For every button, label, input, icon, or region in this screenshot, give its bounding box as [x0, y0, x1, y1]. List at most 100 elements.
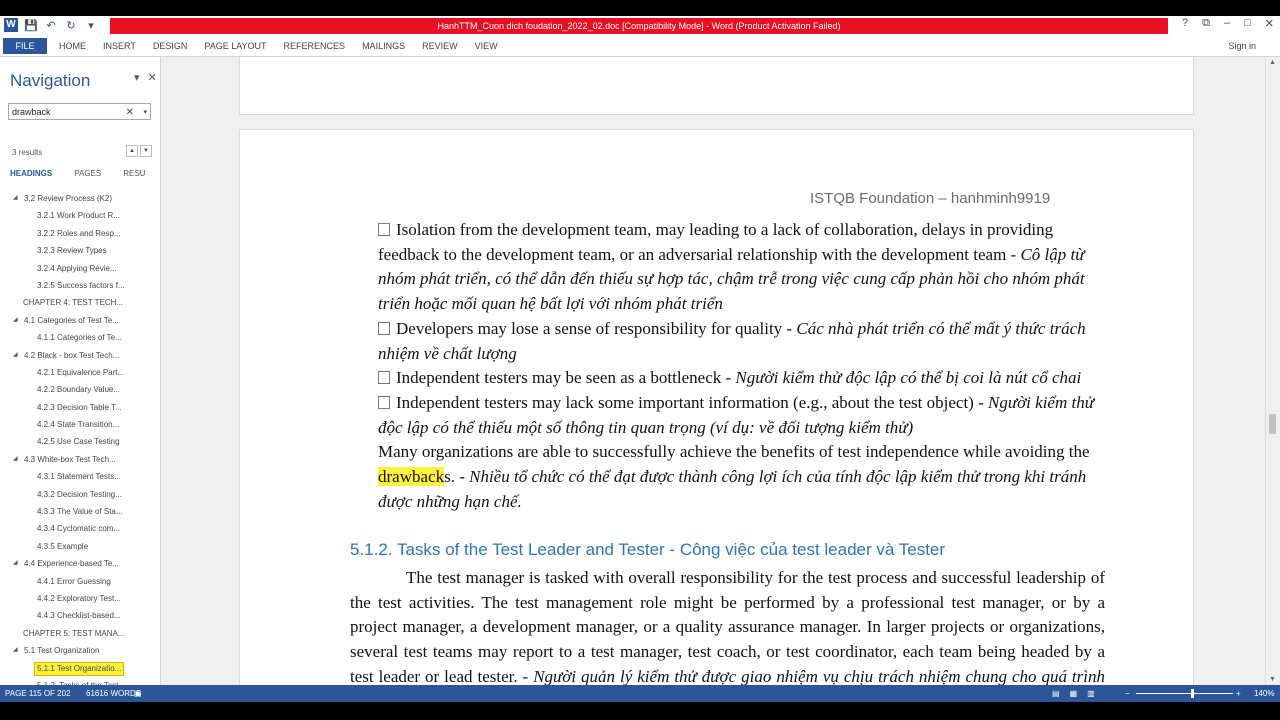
- nav-heading-label: 3.2.2 Roles and Resp...: [37, 228, 121, 238]
- tab-design[interactable]: DESIGN: [153, 41, 188, 51]
- nav-heading-label: 3.2.3 Review Types: [37, 246, 107, 256]
- previous-page: [239, 57, 1194, 115]
- nav-heading-label: CHAPTER 4: TEST TECH...: [23, 298, 124, 308]
- tab-results[interactable]: RESU: [123, 169, 145, 178]
- nav-heading-item[interactable]: 3.2.4 Applying Revie...: [0, 260, 160, 277]
- help-icon[interactable]: ?: [1182, 17, 1188, 30]
- document-page[interactable]: ISTQB Foundation – hanhminh9919 Isolatio…: [239, 129, 1194, 685]
- nav-heading-item[interactable]: 4.2.5 Use Case Testing: [0, 433, 160, 450]
- close-icon[interactable]: ✕: [1265, 17, 1274, 30]
- tab-file[interactable]: FILE: [3, 38, 47, 54]
- nav-heading-label: 5.1.1 Test Organizatio...: [34, 661, 125, 676]
- nav-heading-item[interactable]: 4.2.2 Boundary Value...: [0, 381, 160, 398]
- nav-heading-item[interactable]: 3.2.2 Roles and Resp...: [0, 225, 160, 242]
- nav-heading-item[interactable]: CHAPTER 4: TEST TECH...: [0, 294, 160, 311]
- nav-heading-item[interactable]: 3.2.3 Review Types: [0, 242, 160, 259]
- zoom-level[interactable]: 140%: [1254, 685, 1274, 702]
- nav-heading-item[interactable]: 4.3.1 Statement Tests...: [0, 468, 160, 485]
- nav-heading-label: 4.2.3 Decision Table T...: [37, 402, 122, 412]
- nav-heading-item[interactable]: 4.3.2 Decision Testing...: [0, 486, 160, 503]
- zoom-slider-thumb[interactable]: [1191, 689, 1194, 698]
- search-highlight: drawback: [378, 467, 445, 487]
- nav-heading-item[interactable]: ◢ 4.3 White-box Test Tech...: [0, 451, 160, 468]
- document-area[interactable]: ISTQB Foundation – hanhminh9919 Isolatio…: [161, 57, 1266, 685]
- nav-heading-label: 4.4.2 Exploratory Test...: [37, 593, 121, 603]
- search-input[interactable]: drawback ✕ ▾: [8, 103, 151, 120]
- close-pane-icon[interactable]: ✕: [148, 71, 157, 84]
- customize-icon[interactable]: ▾: [84, 19, 98, 32]
- nav-heading-label: 4.4.1 Error Guessing: [37, 576, 111, 586]
- collapse-triangle-icon[interactable]: ◢: [13, 190, 18, 207]
- tab-review[interactable]: REVIEW: [422, 41, 458, 51]
- scroll-down-icon[interactable]: ▼: [1269, 676, 1276, 683]
- collapse-triangle-icon[interactable]: ◢: [13, 347, 18, 364]
- save-icon[interactable]: 💾: [24, 19, 38, 32]
- undo-icon[interactable]: ↶: [44, 19, 58, 32]
- clear-search-icon[interactable]: ✕: [126, 104, 134, 121]
- nav-heading-item[interactable]: 4.4.3 Checklist-based...: [0, 607, 160, 624]
- collapse-triangle-icon[interactable]: ◢: [13, 642, 18, 659]
- proofing-icon[interactable]: ▣: [134, 685, 142, 702]
- next-result-icon[interactable]: ▼: [140, 145, 152, 157]
- nav-heading-item[interactable]: 3.2.5 Success factors f...: [0, 277, 160, 294]
- scroll-up-icon[interactable]: ▲: [1269, 59, 1276, 66]
- tab-page-layout[interactable]: PAGE LAYOUT: [204, 41, 266, 51]
- section-heading: 5.1.2. Tasks of the Test Leader and Test…: [350, 540, 946, 559]
- collapse-triangle-icon[interactable]: ◢: [13, 451, 18, 468]
- nav-heading-label: 4.3.2 Decision Testing...: [37, 489, 122, 499]
- scroll-thumb[interactable]: [1269, 414, 1276, 434]
- nav-heading-item[interactable]: 4.3.4 Cyclomatic com...: [0, 520, 160, 537]
- nav-heading-item[interactable]: ◢ 4.2 Black - box Test Tech...: [0, 347, 160, 364]
- page-count[interactable]: PAGE 115 OF 202: [5, 685, 71, 702]
- ribbon-display-icon[interactable]: ⧉: [1202, 17, 1210, 30]
- tab-mailings[interactable]: MAILINGS: [362, 41, 405, 51]
- nav-heading-item[interactable]: ◢ 5.1 Test Organization: [0, 642, 160, 659]
- tab-pages[interactable]: PAGES: [74, 169, 101, 178]
- nav-heading-item[interactable]: ◢ 3.2 Review Process (K2): [0, 190, 160, 207]
- checkbox-bullet-icon: [378, 223, 390, 236]
- previous-result-icon[interactable]: ▲: [126, 145, 138, 157]
- zoom-in-button[interactable]: +: [1236, 685, 1241, 702]
- web-layout-icon[interactable]: ▥: [1087, 685, 1095, 702]
- tab-view[interactable]: VIEW: [475, 41, 498, 51]
- nav-heading-item[interactable]: 5.1.2. Tasks of the Test...: [0, 677, 160, 685]
- checkbox-bullet-icon: [378, 371, 390, 385]
- tab-insert[interactable]: INSERT: [103, 41, 136, 51]
- zoom-out-button[interactable]: −: [1125, 685, 1130, 702]
- nav-heading-item[interactable]: 4.1.1 Categories of Te...: [0, 329, 160, 346]
- nav-heading-item[interactable]: 3.2.1 Work Product R...: [0, 207, 160, 224]
- collapse-triangle-icon[interactable]: ◢: [13, 312, 18, 329]
- nav-heading-item[interactable]: 4.4.2 Exploratory Test...: [0, 590, 160, 607]
- print-layout-icon[interactable]: ▦: [1070, 685, 1078, 702]
- vertical-scrollbar[interactable]: ▲ ▼: [1265, 57, 1280, 685]
- zoom-slider[interactable]: [1136, 693, 1233, 694]
- nav-heading-item[interactable]: 5.1.1 Test Organizatio...: [0, 660, 160, 677]
- nav-heading-item[interactable]: 4.3.3 The Value of Sta...: [0, 503, 160, 520]
- nav-heading-label: 3.2.4 Applying Revie...: [37, 263, 117, 273]
- nav-heading-label: 4.3.5 Example: [37, 541, 89, 551]
- nav-heading-item[interactable]: 4.4.1 Error Guessing: [0, 573, 160, 590]
- read-mode-icon[interactable]: ▤: [1052, 685, 1060, 702]
- tab-home[interactable]: HOME: [59, 41, 86, 51]
- tab-headings[interactable]: HEADINGS: [10, 169, 52, 178]
- nav-heading-item[interactable]: 4.3.5 Example: [0, 538, 160, 555]
- nav-heading-label: 4.2.2 Boundary Value...: [37, 385, 121, 395]
- word-count[interactable]: 61616 WORDS: [86, 685, 141, 702]
- pane-options-icon[interactable]: ▾: [134, 71, 140, 84]
- bullet-list: Isolation from the development team, may…: [378, 218, 1098, 514]
- nav-heading-item[interactable]: ◢ 4.1 Categories of Test Te...: [0, 312, 160, 329]
- nav-heading-item[interactable]: 4.2.1 Equivalence Part...: [0, 364, 160, 381]
- nav-heading-item[interactable]: 4.2.3 Decision Table T...: [0, 399, 160, 416]
- nav-heading-item[interactable]: CHAPTER 5: TEST MANA...: [0, 625, 160, 642]
- maximize-icon[interactable]: □: [1244, 17, 1251, 30]
- checkbox-bullet-icon: [378, 395, 390, 409]
- redo-icon[interactable]: ↻: [64, 19, 78, 32]
- search-options-icon[interactable]: ▾: [143, 104, 147, 121]
- sign-in-link[interactable]: Sign in: [1228, 41, 1256, 51]
- nav-heading-label: 4.1.1 Categories of Te...: [37, 333, 122, 343]
- minimize-icon[interactable]: –: [1224, 17, 1230, 30]
- nav-heading-item[interactable]: ◢ 4.4 Experience-based Te...: [0, 555, 160, 572]
- collapse-triangle-icon[interactable]: ◢: [13, 555, 18, 572]
- nav-heading-item[interactable]: 4.2.4 State Transition...: [0, 416, 160, 433]
- tab-references[interactable]: REFERENCES: [284, 41, 346, 51]
